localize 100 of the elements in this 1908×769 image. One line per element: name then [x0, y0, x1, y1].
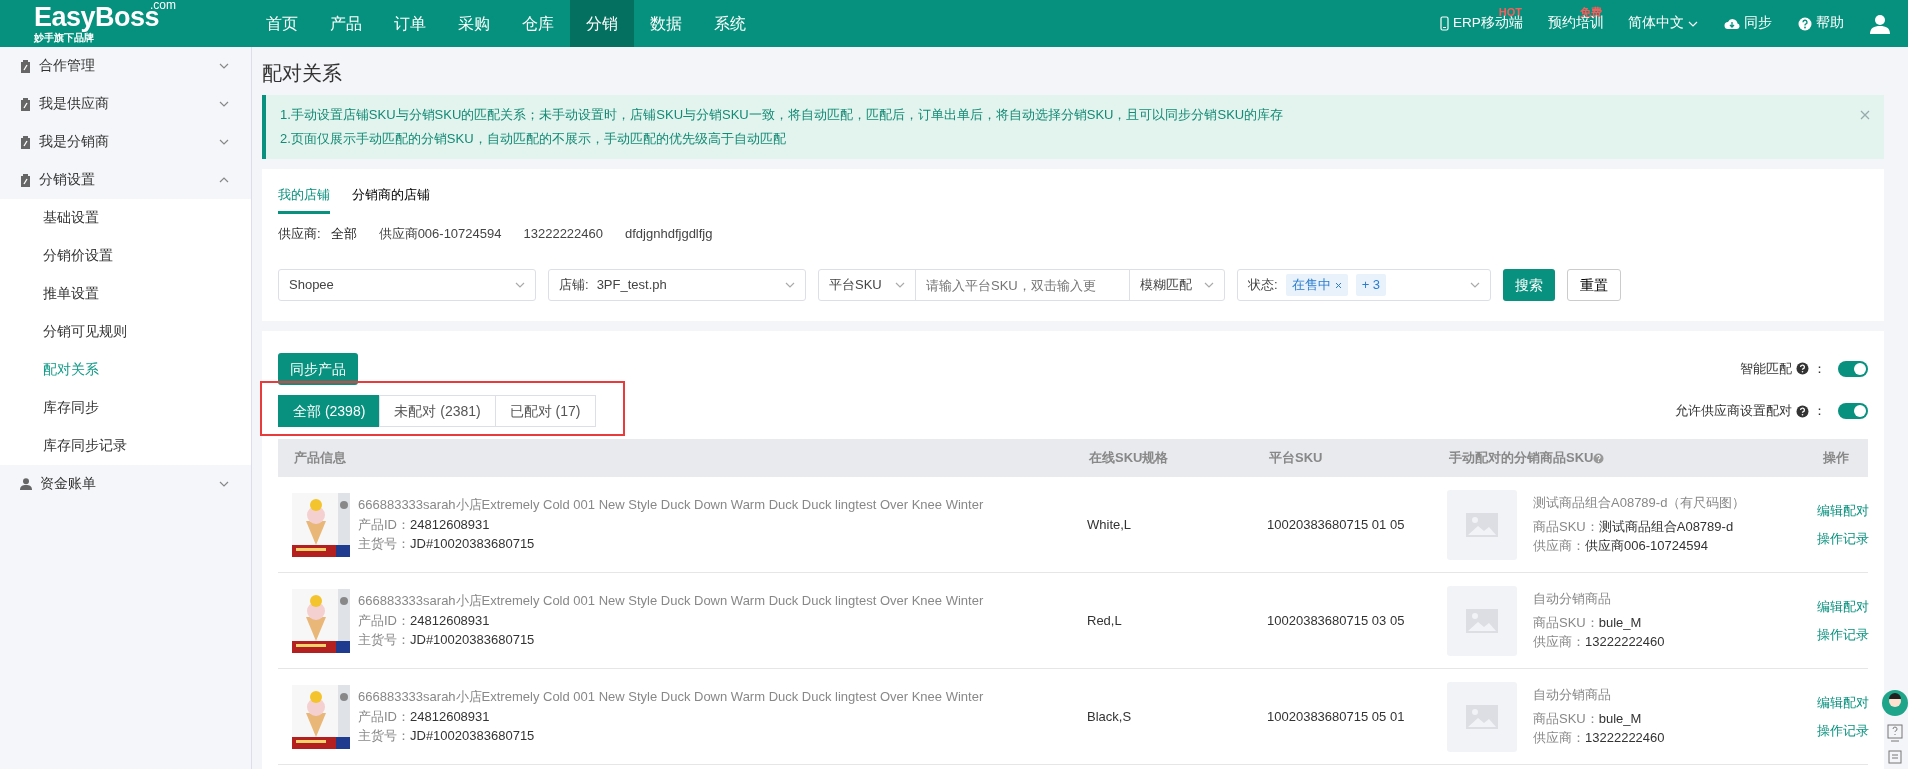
select-value: 平台SKU [829, 276, 883, 295]
nav-tab[interactable]: 分销 [570, 0, 634, 47]
action-link[interactable]: 编辑配对 [1817, 501, 1869, 521]
page-title: 配对关系 [262, 61, 343, 86]
filter-tab[interactable]: 未配对 (2381) [379, 395, 496, 427]
column-header: 手动配对的分销商品SKU [1449, 449, 1594, 468]
link-label: 帮助 [1816, 14, 1844, 33]
nav-tab[interactable]: 数据 [634, 0, 698, 47]
toggle-switch[interactable] [1838, 403, 1868, 419]
sync-button[interactable]: 同步产品 [278, 353, 358, 385]
product-title: 666883333sarah小店Extremely Cold 001 New Style Duck Down Warm Duck Duck lingtest Over Knee Winter [358, 592, 984, 611]
sidebar-item[interactable]: 分销设置 [0, 161, 251, 199]
sku-spec: Black,S [1086, 707, 1133, 726]
logo-suffix: .com [150, 0, 176, 11]
field-label: 供应商： [1533, 538, 1585, 554]
match-sku: 测试商品组合A08789-d [1598, 518, 1734, 534]
field-label: 产品ID： [358, 516, 410, 532]
tagline: 妙手旗下品牌 [34, 33, 95, 43]
remove-icon [1334, 281, 1342, 289]
sidebar-item[interactable]: 合作管理 [0, 47, 251, 85]
column-header: 在线SKU规格 [1088, 449, 1170, 468]
help-icon [1593, 452, 1605, 464]
sidebar-item[interactable]: 我是分销商 [0, 123, 251, 161]
action-link[interactable]: 操作记录 [1817, 528, 1869, 548]
column-header: 操作 [1821, 449, 1850, 468]
match-sku: bule_M [1598, 710, 1642, 726]
notice-text: 2.页面仅展示手动匹配的分销SKU，自动匹配的不展示，手动匹配的优先级高于自动匹配 [280, 130, 787, 148]
store-tab[interactable]: 分销商的店铺 [352, 179, 430, 214]
sku-input[interactable]: 请输入平台SKU，双击输入更 [915, 269, 1130, 301]
help-icon [1798, 16, 1812, 31]
action-link[interactable]: 操作记录 [1817, 624, 1869, 644]
clipboard-icon [20, 135, 31, 149]
filter-tab[interactable]: 已配对 (17) [494, 395, 596, 427]
toggle-switch[interactable] [1838, 360, 1868, 377]
chevron-icon [1688, 20, 1698, 27]
nav-tab[interactable]: 采购 [442, 0, 506, 47]
sidebar-subitem[interactable]: 分销价设置 [0, 237, 251, 275]
match-supplier: 供应商006-10724594 [1585, 538, 1708, 554]
cloud-icon [1724, 17, 1740, 30]
supplier-option[interactable]: 供应商006-10724594 [378, 223, 502, 243]
help-icon [1796, 404, 1809, 418]
chevron-icon [1470, 282, 1480, 288]
status-select[interactable]: 状态: 在售中 + 3 [1237, 269, 1491, 301]
sidebar-subitem[interactable]: 配对关系 [0, 351, 251, 389]
image-placeholder-icon [1447, 585, 1517, 656]
top-link[interactable]: 同步 [1724, 13, 1772, 34]
match-select[interactable]: 模糊匹配 [1129, 269, 1225, 301]
close-icon[interactable] [1860, 110, 1870, 120]
action-link[interactable]: 编辑配对 [1817, 693, 1869, 713]
nav-tab[interactable]: 系统 [698, 0, 762, 47]
field-label: 主货号： [358, 632, 410, 648]
action-link[interactable]: 操作记录 [1817, 720, 1869, 740]
nav-tab[interactable]: 产品 [314, 0, 378, 47]
sidebar-subitem[interactable]: 库存同步 [0, 389, 251, 427]
product-title: 666883333sarah小店Extremely Cold 001 New Style Duck Down Warm Duck Duck lingtest Over Knee Winter [358, 688, 984, 707]
match-supplier: 13222222460 [1585, 634, 1665, 650]
match-sku: bule_M [1598, 614, 1642, 630]
platform-sku: 10020383680715 05 01 [1266, 707, 1406, 726]
platform-sku: 10020383680715 03 05 [1266, 611, 1406, 630]
image-placeholder-icon [1447, 681, 1517, 752]
action-link[interactable]: 编辑配对 [1817, 597, 1869, 617]
product-code: JD#10020383680715 [410, 536, 535, 552]
toggle-label: 智能匹配 [1740, 360, 1792, 378]
reset-button[interactable]: 重置 [1567, 269, 1621, 301]
product-id: 24812608931 [410, 516, 490, 532]
supplier-option[interactable]: 全部 [330, 223, 357, 243]
document-icon [1888, 750, 1902, 764]
store-tab[interactable]: 我的店铺 [278, 179, 330, 214]
supplier-option[interactable]: 13222222460 [523, 223, 603, 243]
sidebar-item[interactable]: 资金账单 [0, 465, 251, 503]
nav-tab[interactable]: 订单 [378, 0, 442, 47]
store-select[interactable]: 店铺: 3PF_test.ph [548, 269, 806, 301]
top-link[interactable]: 帮助 [1798, 13, 1844, 34]
filter-tab[interactable]: 全部 (2398) [278, 395, 381, 427]
clipboard-icon [20, 173, 31, 187]
sidebar-subitem[interactable]: 库存同步记录 [0, 427, 251, 465]
sidebar-subitem[interactable]: 分销可见规则 [0, 313, 251, 351]
product-id: 24812608931 [410, 708, 490, 724]
nav-tab[interactable]: 仓库 [506, 0, 570, 47]
supplier-option[interactable]: dfdjgnhdfjgdlfjg [625, 223, 713, 243]
sidebar-subitem[interactable]: 推单设置 [0, 275, 251, 313]
sidebar-subitem[interactable]: 基础设置 [0, 199, 251, 237]
search-button[interactable]: 搜索 [1503, 269, 1555, 301]
field-label: 主货号： [358, 728, 410, 744]
sidebar-label: 分销设置 [39, 170, 96, 189]
select-label: 店铺: [559, 276, 589, 295]
sku-spec: White,L [1086, 515, 1133, 534]
chevron-icon [219, 63, 229, 69]
sidebar-label: 资金账单 [40, 474, 97, 493]
chevron-icon [219, 101, 229, 107]
top-link[interactable]: 简体中文 [1628, 13, 1698, 34]
image-placeholder-icon [1447, 489, 1517, 560]
field-label: 供应商： [1533, 730, 1585, 746]
chevron-icon [219, 481, 229, 487]
chevron-icon [515, 282, 525, 288]
product-id: 24812608931 [410, 612, 490, 628]
sku-type-select[interactable]: 平台SKU [818, 269, 916, 301]
platform-select[interactable]: Shopee [278, 269, 536, 301]
nav-tab[interactable]: 首页 [250, 0, 314, 47]
sidebar-item[interactable]: 我是供应商 [0, 85, 251, 123]
